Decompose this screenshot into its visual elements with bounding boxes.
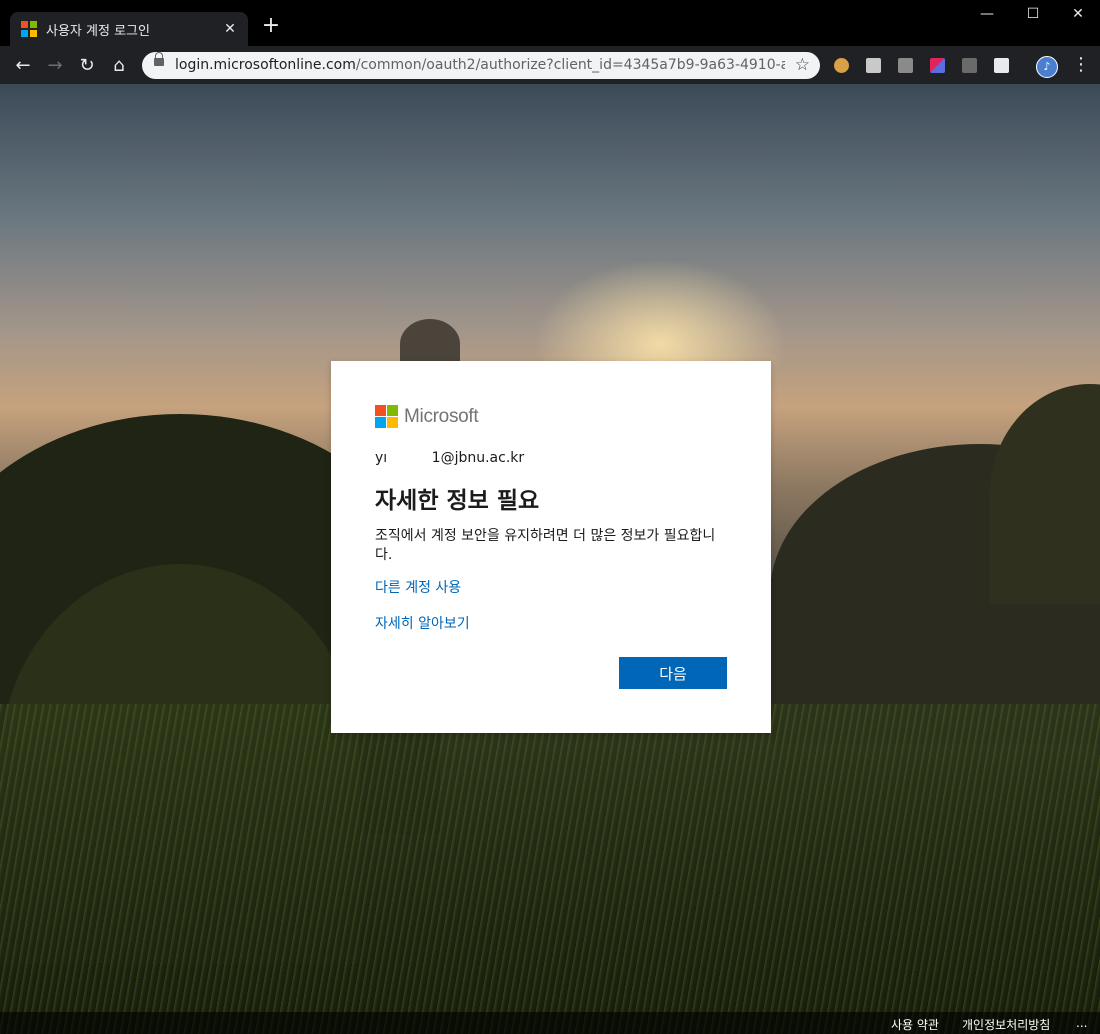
color-extension-icon[interactable]: [930, 58, 945, 73]
learn-more-link[interactable]: 자세히 알아보기: [375, 613, 470, 633]
browser-toolbar: ← → ↻ ⌂ login.microsoftonline.com/common…: [0, 46, 1100, 84]
address-bar[interactable]: login.microsoftonline.com/common/oauth2/…: [142, 52, 820, 79]
cookie-extension-icon[interactable]: [834, 58, 849, 73]
url-text: login.microsoftonline.com/common/oauth2/…: [175, 57, 785, 73]
bookmark-star-icon[interactable]: ☆: [795, 55, 810, 75]
use-another-account-link[interactable]: 다른 계정 사용: [375, 577, 461, 597]
window-extension-icon[interactable]: [994, 58, 1009, 73]
microsoft-favicon-icon: [21, 21, 37, 37]
window-close-button[interactable]: ✕: [1055, 6, 1100, 26]
grass-foreground: [0, 704, 1100, 1034]
forward-arrow-icon[interactable]: →: [44, 55, 66, 77]
sign-in-card: Microsoft yı 1@jbnu.ac.kr 자세한 정보 필요 조직에서…: [331, 361, 771, 733]
kebab-menu-icon[interactable]: ⋮: [1072, 54, 1090, 75]
back-arrow-icon[interactable]: ←: [12, 55, 34, 77]
tab-title: 사용자 계정 로그인: [46, 23, 150, 39]
page-footer: 사용 약관 개인정보처리방침 ...: [0, 1012, 1100, 1034]
browser-tab[interactable]: 사용자 계정 로그인 ✕: [10, 12, 248, 46]
home-icon[interactable]: ⌂: [108, 55, 130, 77]
info-description: 조직에서 계정 보안을 유지하려면 더 많은 정보가 필요합니다.: [375, 528, 716, 563]
info-extension-icon[interactable]: [962, 58, 977, 73]
tab-close-icon[interactable]: ✕: [218, 21, 242, 37]
page-title: 자세한 정보 필요: [375, 488, 540, 514]
account-identity: yı 1@jbnu.ac.kr: [375, 450, 525, 466]
microsoft-logo-icon: [375, 405, 398, 428]
far-right-peak: [990, 384, 1100, 604]
microsoft-logo: Microsoft: [375, 405, 479, 428]
reload-icon[interactable]: ↻: [76, 55, 98, 77]
new-tab-button[interactable]: +: [260, 15, 282, 38]
lock-icon: [154, 52, 164, 66]
terms-of-use-link[interactable]: 사용 약관: [891, 1016, 939, 1033]
maximize-button[interactable]: ☐: [1010, 6, 1056, 26]
microsoft-wordmark: Microsoft: [404, 405, 479, 427]
profile-avatar-icon[interactable]: ♪: [1036, 56, 1058, 78]
more-options-link[interactable]: ...: [1076, 1016, 1087, 1030]
title-bar: 사용자 계정 로그인 ✕ + — ☐ ✕: [0, 0, 1100, 46]
minimize-button[interactable]: —: [964, 6, 1010, 26]
checkmark-extension-icon[interactable]: [898, 58, 913, 73]
extension-icon[interactable]: [866, 58, 881, 73]
privacy-policy-link[interactable]: 개인정보처리방침: [962, 1016, 1050, 1033]
next-button[interactable]: 다음: [619, 657, 727, 689]
